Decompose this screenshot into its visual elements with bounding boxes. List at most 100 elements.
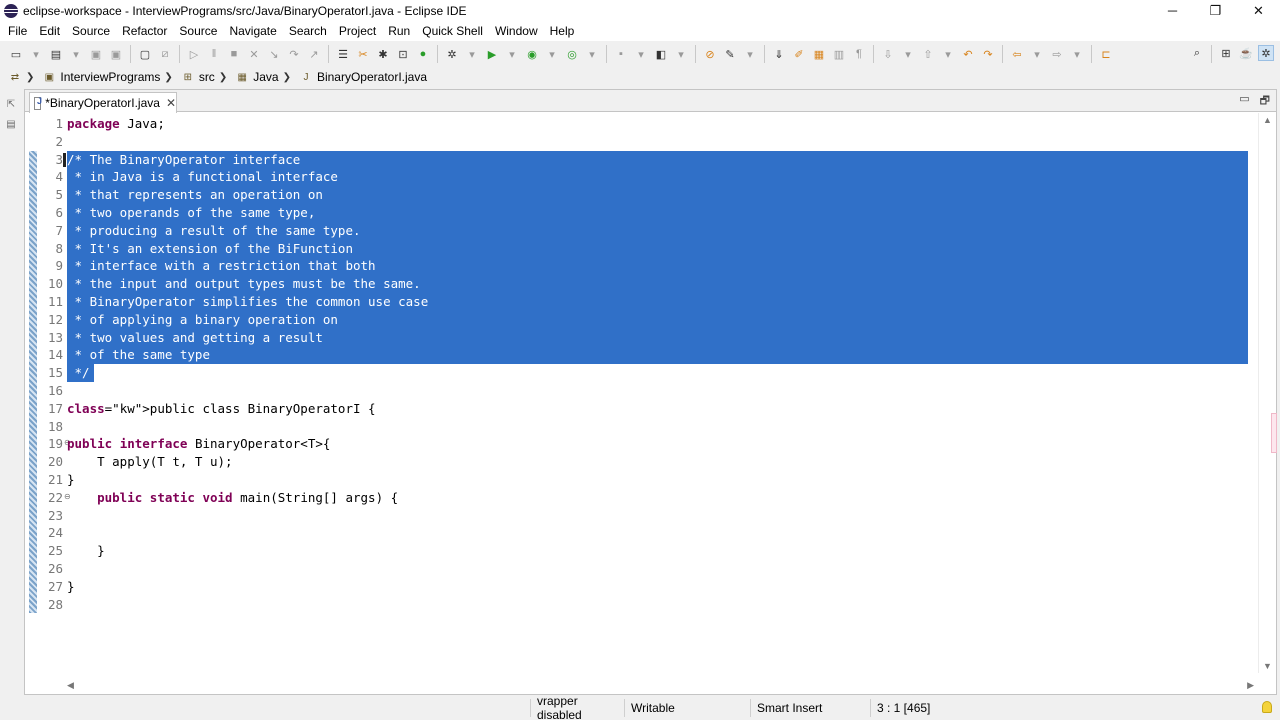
next-annotation-down-icon[interactable]: ⇩ <box>880 46 896 62</box>
dropdown-icon[interactable]: ▾ <box>464 46 480 62</box>
menu-edit[interactable]: Edit <box>33 24 66 38</box>
menu-source-2[interactable]: Source <box>173 24 223 38</box>
dropdown-icon[interactable]: ▾ <box>68 46 84 62</box>
breadcrumb-item-package[interactable]: ▦ Java ❯ <box>235 70 295 84</box>
minimize-view-button[interactable]: ▭ <box>1239 92 1249 111</box>
dropdown-icon[interactable]: ▾ <box>673 46 689 62</box>
java-file-icon <box>34 96 42 110</box>
code-text[interactable]: package Java; /* The BinaryOperator inter… <box>63 113 1248 673</box>
menu-source[interactable]: Source <box>66 24 116 38</box>
code-line: * two values and getting a result <box>67 329 323 345</box>
run-icon[interactable]: ▶ <box>484 46 500 62</box>
run-coverage-icon[interactable]: ◉ <box>524 46 540 62</box>
block-selection-icon[interactable]: ▦ <box>811 46 827 62</box>
prev-annotation-icon[interactable]: ⇧ <box>920 46 936 62</box>
breadcrumb-item-file[interactable]: J BinaryOperatorI.java <box>299 70 427 84</box>
show-whitespace-icon[interactable]: ▥ <box>831 46 847 62</box>
menu-window[interactable]: Window <box>489 24 544 38</box>
terminate-icon[interactable]: ■ <box>226 46 242 62</box>
save-icon[interactable]: ▣ <box>88 46 104 62</box>
dropdown-icon[interactable]: ▾ <box>544 46 560 62</box>
dropdown-icon[interactable]: ▾ <box>1069 46 1085 62</box>
toggle-icon[interactable]: ⊡ <box>395 46 411 62</box>
bug-icon[interactable]: ✱ <box>375 46 391 62</box>
new-icon[interactable]: ▭ <box>8 46 24 62</box>
line-number: 13 <box>47 329 63 345</box>
dropdown-icon[interactable]: ▾ <box>28 46 44 62</box>
menu-project[interactable]: Project <box>333 24 382 38</box>
menu-navigate[interactable]: Navigate <box>223 24 282 38</box>
dropdown-icon[interactable]: ▾ <box>633 46 649 62</box>
toolbar-separator <box>1091 45 1092 63</box>
close-tab-icon[interactable]: ✕ <box>166 96 176 110</box>
open-type-icon[interactable]: ⊘ <box>702 46 718 62</box>
scroll-left-icon[interactable]: ◀ <box>67 680 74 691</box>
mark-occurrences-icon[interactable]: ✐ <box>791 46 807 62</box>
dropdown-icon[interactable]: ▾ <box>940 46 956 62</box>
breadcrumb-item-project[interactable]: ▣ InterviewPrograms ❯ <box>42 70 176 84</box>
menu-quick-shell[interactable]: Quick Shell <box>416 24 489 38</box>
dropdown-icon[interactable]: ▾ <box>900 46 916 62</box>
resume-icon[interactable]: ▷ <box>186 46 202 62</box>
new-server-icon[interactable]: ▪ <box>613 46 629 62</box>
package-explorer-icon[interactable]: ▤ <box>4 117 18 131</box>
pin-editor-icon[interactable]: ⊏ <box>1098 46 1114 62</box>
breadcrumb-item-src[interactable]: ⊞ src ❯ <box>181 70 231 84</box>
back-icon[interactable]: ⇦ <box>1009 46 1025 62</box>
scroll-right-icon[interactable]: ▶ <box>1247 680 1254 691</box>
menu-run[interactable]: Run <box>382 24 416 38</box>
suspend-icon[interactable]: ‖ <box>206 46 222 62</box>
minimize-button[interactable]: ─ <box>1151 0 1194 21</box>
vertical-scrollbar[interactable]: ▲ ▼ <box>1258 113 1277 673</box>
step-over-icon[interactable]: ↷ <box>286 46 302 62</box>
new-class-icon[interactable]: ◧ <box>653 46 669 62</box>
editor-tab[interactable]: *BinaryOperatorI.java ✕ <box>29 92 177 113</box>
horizontal-scrollbar[interactable]: ◀ ▶ <box>63 680 1258 694</box>
menu-file[interactable]: File <box>2 24 33 38</box>
save-all-icon[interactable]: ▣ <box>108 46 124 62</box>
next-annotation-icon[interactable]: ⇓ <box>771 46 787 62</box>
search-tool-icon[interactable]: ✎ <box>722 46 738 62</box>
code-line: */ <box>67 365 90 381</box>
debug-icon[interactable]: ✲ <box>444 46 460 62</box>
refactor-icon[interactable]: ✂ <box>355 46 371 62</box>
search-icon[interactable]: ⌕ <box>1189 45 1205 61</box>
step-return-icon[interactable]: ↗ <box>306 46 322 62</box>
step-into-icon[interactable]: ↘ <box>266 46 282 62</box>
scroll-thumb[interactable] <box>1271 413 1277 453</box>
terminal-icon[interactable]: ▢ <box>137 46 153 62</box>
list-icon[interactable]: ☰ <box>335 46 351 62</box>
code-line: class="kw">public class BinaryOperatorI … <box>67 400 376 416</box>
external-tools-icon[interactable]: ◎ <box>564 46 580 62</box>
last-edit-icon[interactable]: ↶ <box>960 46 976 62</box>
restore-icon[interactable]: ⇱ <box>4 97 18 111</box>
menu-search[interactable]: Search <box>283 24 333 38</box>
dropdown-icon[interactable]: ▾ <box>742 46 758 62</box>
open-perspective-icon[interactable]: ⊞ <box>1218 45 1234 61</box>
code-editor[interactable]: 1 2 3 4 5 6 7 8 9 10 11 12 13 14 15 16 17 18 19 ⊖ 20 21 22 ⊖ 23 2… <box>25 113 1277 673</box>
code-line: * interface with a restriction that both <box>67 258 376 274</box>
scroll-down-icon[interactable]: ▼ <box>1263 661 1272 671</box>
maximize-view-button[interactable]: 🗗 <box>1260 92 1270 111</box>
cursor-position-status: 3 : 1 [465] <box>870 699 990 717</box>
open-icon[interactable]: ▤ <box>48 46 64 62</box>
scroll-up-icon[interactable]: ▲ <box>1263 115 1272 125</box>
dropdown-icon[interactable]: ▾ <box>584 46 600 62</box>
forward-icon[interactable]: ⇨ <box>1049 46 1065 62</box>
java-ee-perspective-icon[interactable]: ☕ <box>1238 45 1254 61</box>
dropdown-icon[interactable]: ▾ <box>1029 46 1045 62</box>
maximize-button[interactable]: ❐ <box>1194 0 1237 21</box>
close-button[interactable]: ✕ <box>1237 0 1280 21</box>
coverage-icon[interactable]: ● <box>415 46 431 62</box>
menu-help[interactable]: Help <box>544 24 581 38</box>
line-number: 4 <box>55 169 63 185</box>
breadcrumb-nav[interactable]: ⇄ ❯ <box>8 70 38 84</box>
pilcrow-icon[interactable]: ¶ <box>851 46 867 62</box>
forward-edit-icon[interactable]: ↷ <box>980 46 996 62</box>
skip-breakpoints-icon[interactable]: ⧄ <box>157 46 173 62</box>
dropdown-icon[interactable]: ▾ <box>504 46 520 62</box>
menu-refactor[interactable]: Refactor <box>116 24 173 38</box>
disconnect-icon[interactable]: ✕ <box>246 46 262 62</box>
lightbulb-icon[interactable] <box>1262 701 1272 713</box>
java-perspective-icon[interactable]: ✲ <box>1258 45 1274 61</box>
